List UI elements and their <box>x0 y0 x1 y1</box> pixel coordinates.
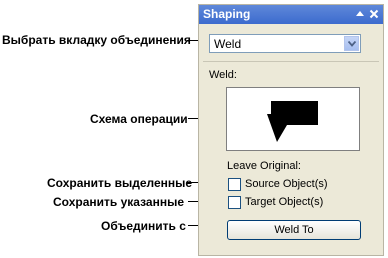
docker-titlebar[interactable]: Shaping <box>199 5 383 24</box>
weld-to-button[interactable]: Weld To <box>227 220 361 240</box>
leave-original-label: Leave Original: <box>227 160 301 172</box>
chevron-down-icon[interactable] <box>344 36 359 51</box>
weld-preview-icon <box>267 101 318 142</box>
annotation-keep-target: Сохранить указанные <box>53 195 184 209</box>
target-object-checkbox[interactable] <box>228 196 241 209</box>
annotation-select-tab: Выбрать вкладку объединения <box>2 33 191 47</box>
section-label: Weld: <box>209 69 237 81</box>
close-icon[interactable] <box>368 8 380 20</box>
operation-dropdown[interactable]: Weld <box>209 34 361 53</box>
shaping-docker: Shaping Weld Weld: Leave Original: Sourc… <box>198 4 384 256</box>
annotation-weld-with: Объединить с <box>101 219 186 233</box>
operation-dropdown-value: Weld <box>214 37 242 51</box>
docker-title: Shaping <box>203 7 251 21</box>
source-object-label: Source Object(s) <box>245 178 328 190</box>
target-object-label: Target Object(s) <box>245 196 324 208</box>
pin-icon[interactable] <box>354 8 366 20</box>
annotation-operation-scheme: Схема операции <box>90 112 188 126</box>
source-object-checkbox[interactable] <box>228 178 241 191</box>
annotation-keep-selected: Сохранить выделенные <box>47 176 193 190</box>
operation-preview <box>226 87 360 151</box>
divider <box>203 61 379 62</box>
